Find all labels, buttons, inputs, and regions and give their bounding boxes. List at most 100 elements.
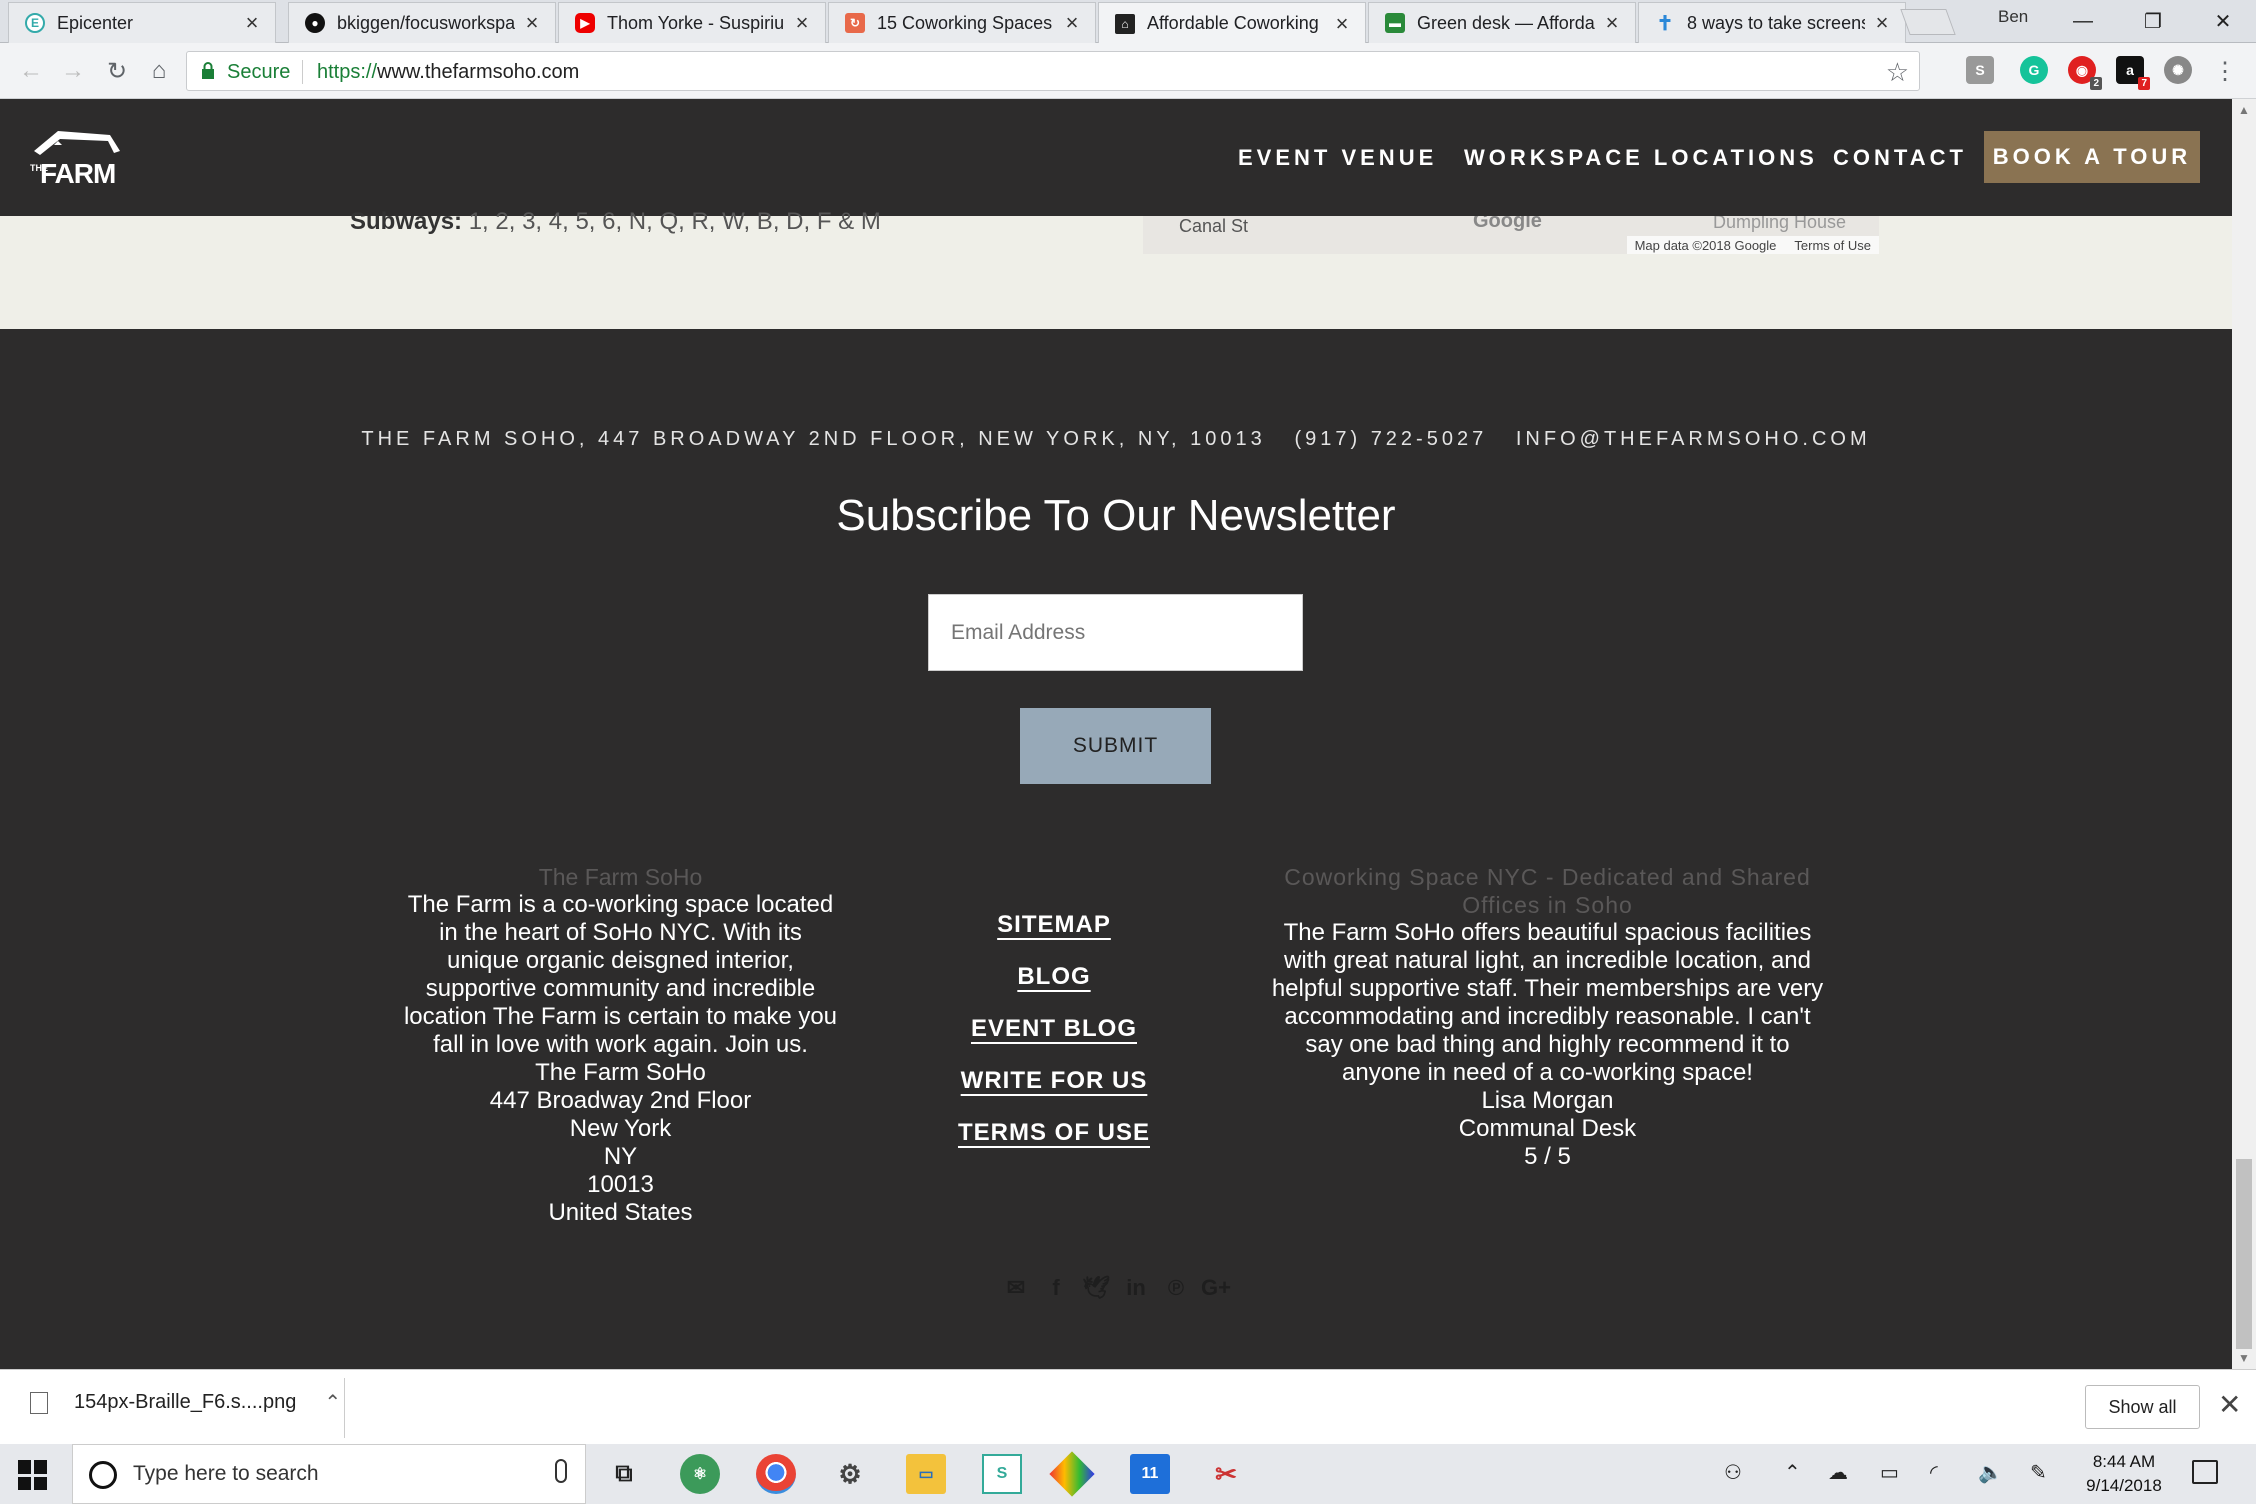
tab-close-icon[interactable]: × xyxy=(1333,12,1351,34)
email-icon[interactable]: ✉ xyxy=(1002,1274,1030,1302)
location-section: Subways: 1, 2, 3, 4, 5, 6, N, Q, R, W, B… xyxy=(0,208,2232,329)
address-line: New York xyxy=(569,1115,672,1142)
windows-start-icon[interactable] xyxy=(18,1460,48,1490)
atom-icon[interactable]: ⚛ xyxy=(680,1454,720,1494)
tab-close-icon[interactable]: × xyxy=(1063,12,1081,34)
grammarly-icon[interactable]: G xyxy=(2020,56,2048,84)
file-explorer-icon[interactable]: ▭ xyxy=(906,1454,946,1494)
link-blog[interactable]: BLOG xyxy=(880,963,1228,992)
review-line: The Farm SoHo offers beautiful spacious … xyxy=(1283,919,1812,946)
site-header: THE FARM EVENT VENUE WORKSPACE LOCATIONS… xyxy=(0,99,2232,216)
tab-close-icon[interactable]: × xyxy=(1873,12,1891,34)
scroll-up-icon[interactable]: ▲ xyxy=(2238,103,2250,117)
amazon-icon[interactable]: a7 xyxy=(2116,56,2150,90)
bookmark-star-icon[interactable]: ☆ xyxy=(1886,57,1909,88)
reviewer-plan: Communal Desk xyxy=(1458,1115,1637,1142)
tab-affordable-coworking[interactable]: ⌂ Affordable Coworking × xyxy=(1098,2,1366,44)
home-icon[interactable]: ⌂ xyxy=(142,54,176,88)
review-line: helpful supportive staff. Their membersh… xyxy=(1271,975,1824,1002)
tab-epicenter[interactable]: E Epicenter × xyxy=(8,2,276,43)
link-event-blog[interactable]: EVENT BLOG xyxy=(880,1015,1228,1044)
link-sitemap[interactable]: SITEMAP xyxy=(880,911,1228,940)
newsletter-title: Subscribe To Our Newsletter xyxy=(836,491,1396,540)
settings-extension-icon[interactable]: ✺ xyxy=(2164,56,2192,84)
s-extension-icon[interactable]: S xyxy=(1966,56,1994,84)
farm-favicon-icon: ⌂ xyxy=(1115,13,1135,34)
scrollbar-thumb[interactable] xyxy=(2236,1159,2252,1349)
tab-youtube[interactable]: ▶ Thom Yorke - Suspiriu × xyxy=(558,2,826,43)
profile-name[interactable]: Ben xyxy=(1998,7,2028,27)
the-farm-logo[interactable]: THE FARM xyxy=(28,127,124,185)
back-icon[interactable]: ← xyxy=(14,54,48,88)
adblock-icon[interactable]: ◉ 2 xyxy=(2068,56,2102,90)
slides-icon[interactable]: S xyxy=(982,1454,1022,1494)
chevron-up-icon[interactable]: ⌃ xyxy=(324,1390,341,1415)
github-favicon-icon: ● xyxy=(305,13,325,33)
map-terms-link[interactable]: Terms of Use xyxy=(1794,238,1871,253)
twitter-icon[interactable]: 🕊 xyxy=(1082,1274,1110,1302)
address-bar[interactable]: Secure https://www.thefarmsoho.com ☆ xyxy=(186,51,1920,91)
tab-close-icon[interactable]: × xyxy=(243,12,261,34)
onedrive-icon[interactable]: ☁ xyxy=(1828,1460,1848,1485)
pen-icon[interactable]: ✎ xyxy=(2030,1460,2047,1485)
submit-button[interactable]: SUBMIT xyxy=(1020,708,1211,784)
forward-icon[interactable]: → xyxy=(56,54,90,88)
pinterest-icon[interactable]: ℗ xyxy=(1162,1274,1190,1302)
subways-lines: 1, 2, 3, 4, 5, 6, N, Q, R, W, B, D, F & … xyxy=(468,208,881,235)
facebook-icon[interactable]: f xyxy=(1042,1274,1070,1302)
nav-contact[interactable]: CONTACT xyxy=(1833,145,1967,171)
tab-close-icon[interactable]: × xyxy=(1603,12,1621,34)
task-view-icon[interactable]: ⧉ xyxy=(604,1454,644,1494)
review-line: with great natural light, an incredible … xyxy=(1284,947,1811,974)
action-center-icon[interactable] xyxy=(2192,1460,2218,1484)
google-plus-icon[interactable]: G+ xyxy=(1201,1274,1231,1302)
map-place-label: Dumpling House xyxy=(1713,216,1847,232)
tab-title: Affordable Coworking xyxy=(1147,13,1319,33)
close-window-icon[interactable]: ✕ xyxy=(2200,6,2246,36)
battery-icon[interactable]: ▭ xyxy=(1880,1460,1899,1485)
tab-github[interactable]: ● bkiggen/focusworkspa × xyxy=(288,2,556,43)
reload-icon[interactable]: ↻ xyxy=(100,54,134,88)
nav-event-venue[interactable]: EVENT VENUE xyxy=(1238,145,1437,171)
snipping-tool-icon[interactable]: ✂ xyxy=(1206,1454,1246,1494)
minimize-icon[interactable]: — xyxy=(2060,6,2106,36)
amazon-badge: 7 xyxy=(2138,77,2150,90)
url-text[interactable]: https://www.thefarmsoho.com xyxy=(317,61,579,84)
google-map[interactable]: Canal St Google Dumpling House Map data … xyxy=(1143,216,1879,254)
about-line: supportive community and incredible xyxy=(425,975,816,1002)
linkedin-icon[interactable]: in xyxy=(1122,1274,1150,1302)
microphone-icon[interactable] xyxy=(555,1459,567,1483)
clock[interactable]: 8:44 AM 9/14/2018 xyxy=(2076,1450,2172,1498)
close-icon[interactable]: ✕ xyxy=(2218,1388,2241,1421)
address-line: United States xyxy=(548,1199,693,1226)
tab-screenshots[interactable]: ✝ 8 ways to take screens × xyxy=(1638,2,1906,43)
show-all-button[interactable]: Show all xyxy=(2085,1385,2200,1429)
calendar-icon[interactable]: 11 xyxy=(1130,1454,1170,1494)
new-tab-button[interactable] xyxy=(1900,9,1956,35)
link-write-for-us[interactable]: WRITE FOR US xyxy=(880,1067,1228,1096)
download-item[interactable]: 154px-Braille_F6.s....png ⌃ xyxy=(30,1390,341,1415)
app-icon[interactable]: ⚙ xyxy=(830,1454,870,1494)
chrome-menu-icon[interactable]: ⋮ xyxy=(2208,54,2242,88)
scroll-down-icon[interactable]: ▼ xyxy=(2238,1351,2250,1365)
restore-icon[interactable]: ❐ xyxy=(2130,6,2176,36)
tab-close-icon[interactable]: × xyxy=(793,12,811,34)
nav-workspace-locations[interactable]: WORKSPACE LOCATIONS xyxy=(1464,145,1818,171)
tab-close-icon[interactable]: × xyxy=(523,12,541,34)
chrome-icon[interactable] xyxy=(756,1454,796,1494)
wifi-icon[interactable]: ◜ xyxy=(1930,1460,1938,1485)
link-terms-of-use[interactable]: TERMS OF USE xyxy=(880,1119,1228,1148)
book-a-tour-button[interactable]: BOOK A TOUR xyxy=(1984,131,2200,183)
url-protocol: https:// xyxy=(317,61,378,83)
show-hidden-icons-icon[interactable]: ⌃ xyxy=(1784,1460,1801,1485)
taskbar-search[interactable]: Type here to search xyxy=(72,1444,586,1504)
people-icon[interactable]: ⚇ xyxy=(1724,1460,1742,1485)
git-icon[interactable] xyxy=(1049,1451,1095,1497)
page-scrollbar[interactable]: ▲ ▼ xyxy=(2232,99,2256,1369)
download-shelf: 154px-Braille_F6.s....png ⌃ Show all ✕ xyxy=(0,1369,2256,1444)
tab-green-desk[interactable]: ▬ Green desk — Afforda × xyxy=(1368,2,1636,43)
volume-icon[interactable]: 🔈 xyxy=(1978,1460,2003,1485)
email-field[interactable] xyxy=(928,594,1303,671)
tab-coworking-spaces[interactable]: ↻ 15 Coworking Spaces i × xyxy=(828,2,1096,43)
site-footer: THE FARM SOHO, 447 BROADWAY 2ND FLOOR, N… xyxy=(0,329,2232,1369)
